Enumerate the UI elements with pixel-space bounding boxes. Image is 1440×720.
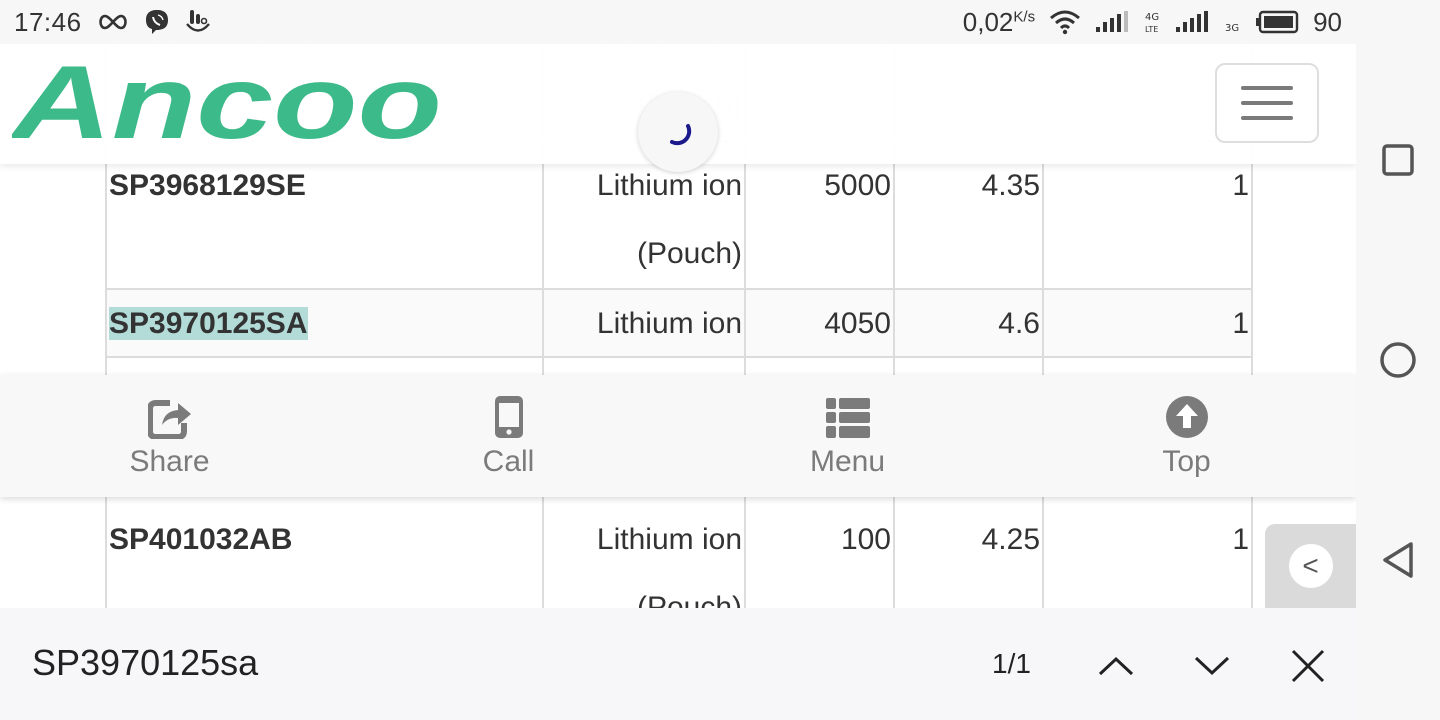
loading-spinner	[638, 92, 718, 172]
signal-icon	[1175, 10, 1211, 34]
close-find-button[interactable]	[1286, 644, 1330, 688]
web-page: SP396787SF-C Lithium ion(Pouch) 3000 4.4…	[0, 44, 1356, 608]
battery-icon	[1255, 10, 1299, 34]
next-match-button[interactable]	[1190, 644, 1234, 688]
status-bar: 17:46 0,02K/s 4G LTE 3G 90	[0, 0, 1356, 44]
voltage-cell: 4.25	[893, 494, 1044, 608]
close-icon	[1291, 649, 1325, 683]
table-row: SP401032AB Lithium ion (Pouch) 100 4.25 1	[105, 494, 1253, 608]
find-in-page-bar: 1/1	[0, 608, 1356, 720]
table-row-highlighted: SP3970125SA Lithium ion 4050 4.6 1	[105, 288, 1253, 358]
back-icon	[1383, 542, 1413, 578]
recents-icon	[1382, 144, 1414, 176]
network-type-3g: 3G	[1225, 10, 1241, 34]
share-icon	[147, 393, 192, 439]
home-icon	[1380, 342, 1416, 378]
find-match-highlight: SP3970125SA	[109, 307, 308, 340]
type-cell: Lithium ion(Pouch)	[542, 494, 746, 608]
arrow-up-circle-icon	[1165, 393, 1209, 439]
clock: 17:46	[14, 6, 82, 37]
phone-screen: 17:46 0,02K/s 4G LTE 3G 90 SP3968129SE L…	[0, 0, 1440, 720]
recents-button[interactable]	[1378, 140, 1418, 180]
menu-toggle-button[interactable]	[1215, 63, 1319, 143]
wifi-icon	[1049, 9, 1081, 35]
capacity-cell: 4050	[744, 288, 895, 358]
signal-icon	[1095, 10, 1131, 34]
phone-icon	[494, 393, 524, 439]
top-button[interactable]: Top	[1017, 375, 1356, 497]
qty-cell: 1	[1042, 494, 1253, 608]
svg-text:3G: 3G	[1225, 23, 1239, 34]
previous-match-button[interactable]	[1094, 644, 1138, 688]
battery-percent: 90	[1313, 6, 1342, 37]
side-drawer-tab[interactable]: <	[1265, 524, 1356, 608]
viber-icon	[144, 8, 170, 36]
chevron-up-icon	[1098, 656, 1134, 676]
model-cell: SP3970125SA	[105, 288, 544, 358]
home-button[interactable]	[1378, 340, 1418, 380]
bottom-action-bar: Share Call Menu Top	[0, 375, 1356, 497]
list-icon	[825, 393, 870, 439]
model-cell: SP401032AB	[105, 494, 544, 608]
ancoo-logo[interactable]: Ancoo	[8, 45, 452, 161]
match-count: 1/1	[992, 648, 1031, 679]
back-button[interactable]	[1378, 540, 1418, 580]
chevron-down-icon	[1194, 656, 1230, 676]
android-nav-bar	[1356, 0, 1440, 720]
type-cell: Lithium ion	[542, 288, 746, 358]
touchpal-icon	[184, 7, 212, 37]
infinity-icon	[96, 12, 130, 32]
share-button[interactable]: Share	[0, 375, 339, 497]
find-input[interactable]	[32, 642, 632, 684]
logo-text: Ancoo	[12, 54, 442, 144]
svg-text:4G: 4G	[1145, 12, 1159, 23]
svg-text:LTE: LTE	[1145, 25, 1158, 34]
hamburger-icon	[1241, 86, 1293, 90]
voltage-cell: 4.6	[893, 288, 1044, 358]
menu-button[interactable]: Menu	[678, 375, 1017, 497]
chevron-left-icon: <	[1288, 544, 1333, 588]
spinner-icon	[670, 124, 692, 146]
network-type-4g: 4G LTE	[1145, 10, 1161, 34]
network-speed: 0,02K/s	[962, 6, 1036, 37]
qty-cell: 1	[1042, 288, 1253, 358]
call-button[interactable]: Call	[339, 375, 678, 497]
capacity-cell: 100	[744, 494, 895, 608]
